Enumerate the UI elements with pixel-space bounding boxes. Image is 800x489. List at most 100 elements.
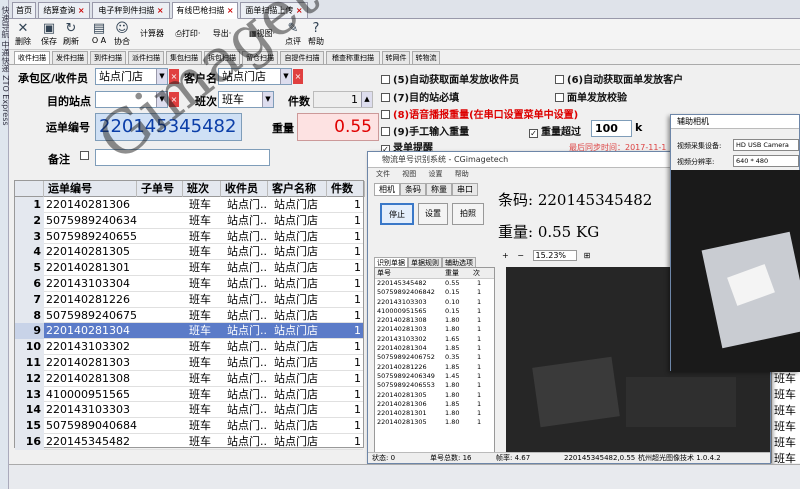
table-row[interactable]: 3 50759892406553 班车 站点门... 站点门店 1 [15,228,363,245]
weight-input[interactable]: 0.55 [297,113,379,141]
menu-view[interactable]: 视图 [402,170,416,178]
col-shift[interactable]: 班次 [183,181,221,197]
close-icon[interactable]: × [157,6,164,15]
col-subnumber[interactable]: 子单号 [137,181,183,197]
contract-field[interactable]: 站点门店 ▼ [95,68,168,85]
option-dest-required[interactable]: (7)目的站必填 [381,89,459,104]
shift-field[interactable]: 班车 ▼ [218,91,274,108]
refresh-button[interactable]: ↻ 刷新 [61,21,81,47]
fit-icon[interactable]: ⊞ [584,251,591,260]
table-row[interactable]: 8 50759892406752 班车 站点门... 站点门店 1 [15,307,363,324]
subtab-pickup-scan[interactable]: 收件扫描 [14,51,50,65]
help-button[interactable]: ? 帮助 [305,21,327,47]
table-row[interactable]: 10 220143103302 班车 站点门... 站点门店 1 [15,339,363,356]
col-waybill[interactable]: 运单编号 [44,181,137,197]
list-item[interactable]: 220140281301 1.80 1 [375,409,494,418]
table-row[interactable]: 7 220140281226 班车 站点门... 站点门店 1 [15,291,363,308]
assist-button[interactable]: ☺ 协合 [111,21,133,47]
tab-camera[interactable]: 相机 [374,183,400,196]
table-row[interactable]: 14 220143103303 班车 站点门... 站点门店 1 [15,402,363,419]
subtab-transfer-logistics[interactable]: 转物流 [412,51,440,65]
table-row[interactable]: 4 220140281305 班车 站点门... 站点门店 1 [15,244,363,261]
subtab-pack-scan[interactable]: 集包扫描 [166,51,202,65]
subtab-hold-scan[interactable]: 留仓扫描 [242,51,278,65]
dest-field[interactable]: ▼ [95,91,168,108]
list-item[interactable]: 220140281306 1.85 1 [375,400,494,409]
tab-settlement[interactable]: 结算查询 × [38,2,90,19]
export-button[interactable]: 导出· [207,28,237,39]
table-row[interactable]: 6 220143103304 班车 站点门... 站点门店 1 [15,276,363,292]
close-icon[interactable]: × [296,6,303,15]
view-button[interactable]: ▦视图· [245,28,279,39]
settings-button[interactable]: 设置 [418,203,448,225]
tab-serial[interactable]: 串口 [452,183,478,196]
tab-wired-scanner[interactable]: 有线巴枪扫描 × [172,2,238,19]
table-row[interactable]: 13 410000951565 班车 站点门... 站点门店 1 [15,386,363,403]
zoom-level[interactable]: 15.23% [532,250,578,261]
menu-help[interactable]: 帮助 [455,170,469,178]
zoom-in-icon[interactable]: + [502,251,509,260]
option-auto-customer[interactable]: (6)自动获取面单发放客户 [555,71,683,86]
tab-scale-scan[interactable]: 电子秤到件扫描 × [92,2,170,19]
list-item[interactable]: 50759892406842 0.15 1 [375,288,494,297]
subtab-selfpick-scan[interactable]: 自提件扫描 [280,51,324,65]
calculator-button[interactable]: 计算器 [137,28,167,39]
list-item[interactable]: 220145345482 0.55 1 [375,279,494,288]
table-row[interactable]: 1 220140281306 班车 站点门... 站点门店 1 [15,197,363,213]
option-waybill-check[interactable]: 面单发放校验 [555,89,627,104]
table-row[interactable]: 9 220140281304 班车 站点门... 站点门店 1 [15,323,363,340]
stop-button[interactable]: 停止 [380,203,414,225]
subtab-unpack-scan[interactable]: 拆包扫描 [204,51,240,65]
left-nav-strip[interactable]: 快速导航 中通快递 ZTO Express [0,0,10,489]
col-collector[interactable]: 收件员 [221,181,268,197]
list-item[interactable]: 220143103302 1.65 1 [375,335,494,344]
print-button[interactable]: ⎙打印· [173,28,203,39]
delete-button[interactable]: ✕ 删除 [13,21,33,47]
aux-camera-window[interactable]: 辅助相机 视频采集设备: HD USB Camera 视频分辨率: 640 * … [670,114,800,372]
chevron-down-icon[interactable]: ▼ [156,92,167,107]
shoot-button[interactable]: 拍照 [452,203,484,225]
chevron-down-icon[interactable]: ▼ [262,92,273,107]
option-auto-collector[interactable]: (5)自动获取面单发放收件员 [381,71,519,86]
table-row[interactable]: 5 220140281301 班车 站点门... 站点门店 1 [15,260,363,277]
stepper-icon[interactable]: ▲ [361,92,372,107]
table-row[interactable]: 16 220145345482 班车 站点门... 站点门店 1 [15,434,363,450]
col-customer[interactable]: 客户名称 [268,181,327,197]
comment-button[interactable]: ✎ 点评 [283,21,303,47]
list-item[interactable]: 50759892406349 1.45 1 [375,372,494,381]
option-manual-weight[interactable]: (9)手工输入重量 [381,123,469,138]
close-icon[interactable]: × [78,6,85,15]
list-item[interactable]: 220140281305 1.80 1 [375,418,494,427]
col-qty[interactable]: 件数 [327,181,365,197]
menu-file[interactable]: 文件 [376,170,390,178]
chevron-down-icon[interactable]: ▼ [280,69,291,84]
table-row[interactable]: 11 220140281303 班车 站点门... 站点门店 1 [15,355,363,371]
list-item[interactable]: 50759892406752 0.35 1 [375,353,494,362]
customer-field[interactable]: 站点门店 ▼ [218,68,292,85]
save-button[interactable]: ▣ 保存 [39,21,59,47]
zoom-out-icon[interactable]: − [517,251,524,260]
clear-dest-button[interactable]: × [169,92,179,107]
close-icon[interactable]: × [227,6,234,15]
tab-waybill-upload[interactable]: 面单扫描上传 × [240,2,308,19]
remark-field[interactable] [95,149,270,166]
list-item[interactable]: 220140281304 1.85 1 [375,344,494,353]
list-item[interactable]: 50759892406553 1.80 1 [375,381,494,390]
clear-contract-button[interactable]: × [169,69,179,84]
chevron-down-icon[interactable]: ▼ [156,69,167,84]
weight-limit-input[interactable]: 100 [591,120,632,137]
list-item[interactable]: 410000951565 0.15 1 [375,307,494,316]
subtab-arrive-scan[interactable]: 到件扫描 [90,51,126,65]
subtab-deliver-scan[interactable]: 派件扫描 [128,51,164,65]
list-item[interactable]: 220140281226 1.85 1 [375,363,494,372]
subtab-send-scan[interactable]: 发件扫描 [52,51,88,65]
tab-home[interactable]: 首页 [12,2,36,19]
pieces-stepper[interactable]: 1 ▲ [313,91,373,108]
table-row[interactable]: 15 50759890406842 班车 站点门... 站点门店 1 [15,418,363,435]
waybill-input[interactable]: 220145345482 [95,113,242,141]
option-weight-limit[interactable]: ✓ 重量超过 [529,123,581,138]
device-select[interactable]: HD USB Camera [733,139,799,151]
table-row[interactable]: 12 220140281308 班车 站点门... 站点门店 1 [15,370,363,387]
clear-customer-button[interactable]: × [293,69,303,84]
list-item[interactable]: 220140281308 1.80 1 [375,316,494,325]
